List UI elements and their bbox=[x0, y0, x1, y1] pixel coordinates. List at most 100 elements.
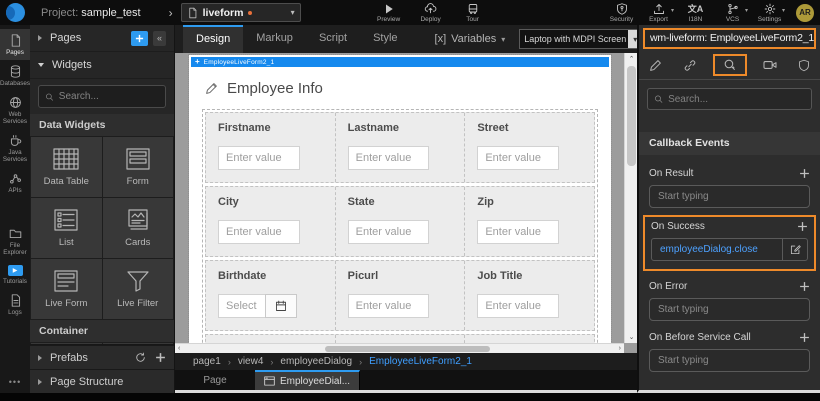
add-prefab-button[interactable] bbox=[155, 352, 166, 363]
rail-item-databases[interactable]: Databases bbox=[0, 60, 30, 91]
export-button[interactable]: ▾ Export bbox=[642, 3, 675, 23]
page-structure-section-header[interactable]: Page Structure bbox=[30, 369, 174, 393]
rail-item-web-services[interactable]: Web Services bbox=[0, 91, 30, 129]
widget-form[interactable]: Form bbox=[103, 137, 174, 197]
tab-page[interactable]: Page bbox=[175, 370, 255, 390]
firstname-input[interactable] bbox=[218, 146, 300, 170]
tour-button[interactable]: Tour bbox=[455, 3, 491, 23]
scroll-down-arrow-icon[interactable]: ⌄ bbox=[625, 333, 637, 341]
form-field-jobtitle[interactable]: Job Title bbox=[465, 261, 594, 330]
scroll-left-arrow-icon[interactable]: ‹ bbox=[178, 344, 180, 353]
widget-live-filter[interactable]: Live Filter bbox=[103, 259, 174, 319]
tab-events[interactable] bbox=[713, 54, 747, 76]
settings-button[interactable]: ▾ Settings bbox=[753, 3, 786, 23]
jobtitle-input[interactable] bbox=[477, 294, 559, 318]
user-avatar[interactable]: AR bbox=[796, 4, 814, 22]
collapse-left-panel-button[interactable]: « bbox=[153, 31, 166, 46]
selection-bar[interactable]: + EmployeeLiveForm2_1 bbox=[191, 57, 609, 67]
tab-style[interactable]: Style bbox=[360, 25, 410, 53]
state-input[interactable] bbox=[348, 220, 430, 244]
editor-center: Design Markup Script Style [x] Variables… bbox=[175, 25, 637, 393]
form-field-password[interactable]: Password bbox=[336, 335, 466, 343]
add-on-result-button[interactable] bbox=[799, 168, 810, 179]
tab-security[interactable] bbox=[794, 57, 814, 74]
rail-more-button[interactable]: ••• bbox=[0, 371, 30, 393]
calendar-button[interactable] bbox=[265, 294, 297, 318]
breadcrumb-page1[interactable]: page1 bbox=[193, 356, 221, 367]
picurl-input[interactable] bbox=[348, 294, 430, 318]
birthdate-input[interactable] bbox=[218, 294, 265, 318]
lastname-input[interactable] bbox=[348, 146, 430, 170]
widget-cards[interactable]: Cards bbox=[103, 198, 174, 258]
canvas-horizontal-scrollbar[interactable]: ‹ › bbox=[175, 343, 624, 353]
breadcrumb-employeedialog[interactable]: employeeDialog bbox=[280, 356, 352, 367]
tab-design[interactable]: Design bbox=[183, 25, 243, 53]
variables-button[interactable]: [x] Variables ▾ bbox=[435, 33, 506, 45]
on-result-input[interactable] bbox=[649, 185, 810, 208]
property-search-input[interactable] bbox=[668, 94, 805, 105]
street-input[interactable] bbox=[477, 146, 559, 170]
widget-live-form[interactable]: Live Form bbox=[31, 259, 102, 319]
scroll-right-arrow-icon[interactable]: › bbox=[619, 344, 621, 353]
form-field-firstname[interactable]: Firstname bbox=[206, 113, 336, 182]
camera-icon bbox=[763, 59, 777, 71]
widgets-section-header[interactable]: Widgets bbox=[30, 52, 174, 79]
scroll-up-arrow-icon[interactable]: ⌃ bbox=[625, 55, 637, 63]
form-field-city[interactable]: City bbox=[206, 187, 336, 256]
add-page-button[interactable] bbox=[131, 31, 148, 46]
vertical-scroll-thumb[interactable] bbox=[627, 66, 636, 166]
zip-input[interactable] bbox=[477, 220, 559, 244]
rail-item-java-services[interactable]: Java Services bbox=[0, 129, 30, 167]
tab-styles[interactable] bbox=[679, 57, 701, 74]
security-button[interactable]: Security bbox=[605, 3, 638, 23]
device-selector-dropdown[interactable]: Laptop with MDPI Screen ▾ bbox=[519, 29, 643, 49]
widget-list[interactable]: List bbox=[31, 198, 102, 258]
canvas-page[interactable]: + EmployeeLiveForm2_1 Employee Info Firs… bbox=[189, 55, 611, 343]
widgets-list: Data Widgets Data Table Form List Cards bbox=[30, 79, 174, 344]
horizontal-scroll-thumb[interactable] bbox=[325, 346, 490, 352]
form-field-role[interactable]: Role bbox=[465, 335, 594, 343]
add-on-success-button[interactable] bbox=[797, 221, 808, 232]
rail-item-logs[interactable]: Logs bbox=[0, 289, 30, 320]
tab-markup[interactable]: Markup bbox=[243, 25, 306, 53]
canvas-vertical-scrollbar[interactable]: ⌃ ⌄ bbox=[624, 53, 637, 343]
page-selector-dropdown[interactable]: liveform ▾ bbox=[181, 3, 301, 22]
refresh-icon[interactable] bbox=[135, 352, 146, 363]
rail-item-file-explorer[interactable]: File Explorer bbox=[0, 222, 30, 260]
form-field-birthdate[interactable]: Birthdate bbox=[206, 261, 336, 330]
widget-search[interactable] bbox=[38, 85, 166, 108]
on-before-service-call-input[interactable] bbox=[649, 349, 810, 372]
form-field-zip[interactable]: Zip bbox=[465, 187, 594, 256]
add-on-error-button[interactable] bbox=[799, 281, 810, 292]
rail-item-tutorials[interactable]: ▶ Tutorials bbox=[0, 260, 30, 289]
form-field-picurl[interactable]: Picurl bbox=[336, 261, 466, 330]
on-success-value-link[interactable]: employeeDialog.close bbox=[652, 244, 782, 255]
preview-button[interactable]: Preview bbox=[371, 3, 407, 23]
live-form[interactable]: Firstname Lastname Street bbox=[202, 109, 598, 343]
pages-section-header[interactable]: Pages « bbox=[30, 25, 174, 52]
breadcrumb-employeeliveform[interactable]: EmployeeLiveForm2_1 bbox=[369, 356, 472, 367]
add-on-before-service-call-button[interactable] bbox=[799, 332, 810, 343]
tab-mobile[interactable] bbox=[759, 57, 781, 73]
form-field-street[interactable]: Street bbox=[465, 113, 594, 182]
rail-item-pages[interactable]: Pages bbox=[0, 29, 30, 60]
tab-properties[interactable] bbox=[645, 57, 666, 74]
vcs-button[interactable]: ▾ VCS bbox=[716, 3, 749, 23]
property-search[interactable] bbox=[647, 88, 812, 110]
widget-data-table[interactable]: Data Table bbox=[31, 137, 102, 197]
tab-employee-dialog[interactable]: EmployeeDial... bbox=[255, 370, 360, 390]
rail-item-apis[interactable]: APIs bbox=[0, 167, 30, 198]
form-title[interactable]: Employee Info bbox=[205, 80, 611, 97]
city-input[interactable] bbox=[218, 220, 300, 244]
widget-search-input[interactable] bbox=[59, 91, 159, 102]
i18n-button[interactable]: 文A I18N bbox=[679, 3, 712, 23]
form-field-state[interactable]: State bbox=[336, 187, 466, 256]
tab-script[interactable]: Script bbox=[306, 25, 360, 53]
on-error-input[interactable] bbox=[649, 298, 810, 321]
form-field-username[interactable]: Username bbox=[206, 335, 336, 343]
edit-on-success-button[interactable] bbox=[782, 239, 807, 260]
deploy-button[interactable]: Deploy bbox=[413, 3, 449, 23]
breadcrumb-view4[interactable]: view4 bbox=[238, 356, 264, 367]
form-field-lastname[interactable]: Lastname bbox=[336, 113, 466, 182]
prefabs-section-header[interactable]: Prefabs bbox=[30, 345, 174, 369]
